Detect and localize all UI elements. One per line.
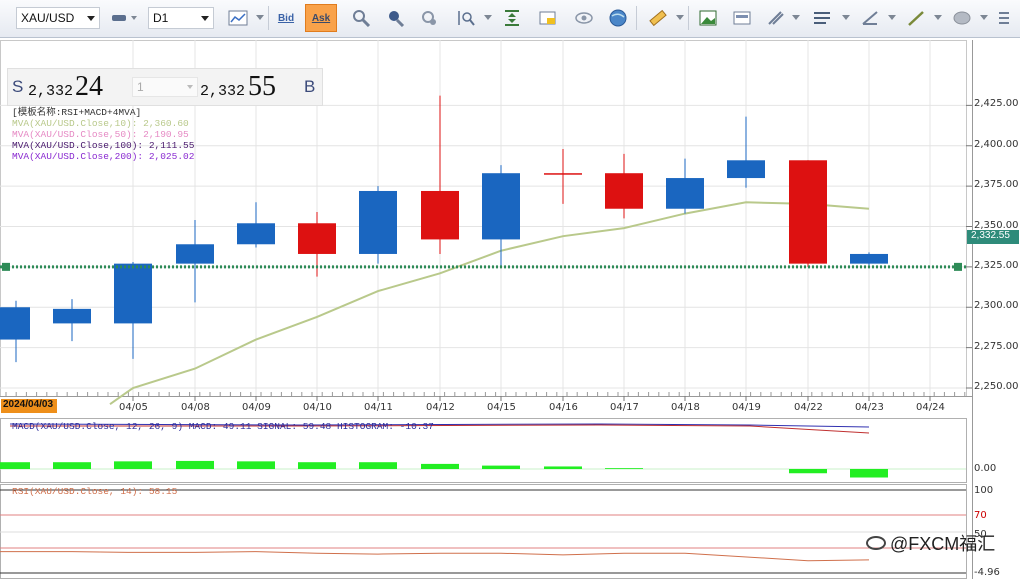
rsi-tick-100: 100	[974, 485, 994, 496]
lot-amount-value: 1	[137, 80, 144, 94]
date-tick-label: 04/12	[426, 402, 455, 413]
date-tick-label: 04/05	[119, 402, 148, 413]
trading-station-chart: XAU/USD D1 Bid Ask S 2,332 24 1 2,332 55…	[0, 0, 1020, 579]
macd-histogram-bar	[298, 462, 336, 469]
candle-body	[482, 173, 520, 240]
macd-histogram-bar	[421, 463, 459, 469]
indicator-legend: [模板名称:RSI+MACD+4MVA] MVA(XAU/USD.Close,1…	[12, 107, 194, 162]
macd-histogram-bar	[114, 461, 152, 469]
sell-button[interactable]: S	[12, 77, 23, 97]
legend-ma100[interactable]: MVA(XAU/USD.Close,100): 2,111.55	[12, 140, 194, 151]
macd-label-text: MACD(XAU/USD.Close, 12, 26, 9) MACD: 49.…	[12, 421, 434, 432]
template-name: [模板名称:RSI+MACD+4MVA]	[12, 107, 142, 118]
macd-histogram-bar	[482, 465, 520, 469]
candle-body	[727, 160, 765, 179]
macd-label[interactable]: MACD(XAU/USD.Close, 12, 26, 9) MACD: 49.…	[12, 421, 434, 432]
bid-line-marker-right	[954, 262, 962, 271]
candle-body	[0, 307, 30, 340]
date-tick-label: 04/16	[549, 402, 578, 413]
watermark-text: @FXCM福汇	[890, 534, 996, 554]
date-tick-label: 04/24	[916, 402, 945, 413]
date-tick-label: 04/22	[794, 402, 823, 413]
macd-histogram-bar	[53, 462, 91, 469]
date-tick-label: 04/11	[364, 402, 393, 413]
buy-price-small: 2,332	[200, 83, 246, 100]
candle-04-11[interactable]	[359, 186, 397, 264]
candle-04-22[interactable]	[789, 160, 827, 267]
date-tick-label: 04/08	[181, 402, 210, 413]
rsi-tick-70: 70	[974, 510, 987, 521]
macd-histogram-bar	[789, 469, 827, 474]
candle-body	[114, 263, 152, 324]
candle-body	[298, 223, 336, 254]
macd-histogram-bar	[0, 462, 30, 469]
candle-body	[789, 160, 827, 264]
current-price-badge: 2,332.55	[967, 230, 1019, 244]
buy-button[interactable]: B	[304, 77, 315, 97]
candle-body	[359, 190, 397, 254]
candle-body	[176, 244, 214, 264]
sell-price-big: 24	[75, 71, 103, 102]
date-tick-label: 04/15	[487, 402, 516, 413]
rsi-label[interactable]: RSI(XAU/USD.Close, 14): 58.15	[12, 486, 177, 497]
price-tick-label: 2,400.00	[974, 138, 1019, 150]
price-tick-label: 2,425.00	[974, 98, 1019, 110]
buy-sell-panel: S 2,332 24 1 2,332 55 B	[7, 68, 323, 106]
macd-histogram-bar	[176, 460, 214, 469]
sell-price-small: 2,332	[28, 83, 74, 100]
candle-body	[605, 173, 643, 209]
date-tick-label: 04/09	[242, 402, 271, 413]
legend-ma200[interactable]: MVA(XAU/USD.Close,200): 2,025.02	[12, 151, 194, 162]
macd-histogram-bar	[544, 466, 582, 469]
date-tick-label: 04/10	[303, 402, 332, 413]
macd-histogram-bar	[359, 462, 397, 469]
price-tick-label: 2,250.00	[974, 381, 1019, 392]
legend-ma10[interactable]: MVA(XAU/USD.Close,10): 2,360.60	[12, 118, 194, 129]
legend-ma50[interactable]: MVA(XAU/USD.Close,50): 2,190.95	[12, 129, 194, 140]
price-tick-label: 2,300.00	[974, 300, 1019, 312]
lot-amount-select[interactable]: 1	[132, 77, 198, 97]
wechat-icon	[866, 536, 886, 550]
rsi-tick-bottom: -4.96	[974, 567, 1000, 578]
price-tick-label: 2,350.00	[974, 219, 1019, 231]
cursor-date-badge: 2024/04/03	[1, 399, 57, 413]
macd-histogram-bar	[605, 468, 643, 469]
candle-body	[850, 253, 888, 264]
bid-line-marker-left	[2, 262, 10, 271]
date-tick-label: 04/17	[610, 402, 639, 413]
candle-body	[666, 178, 704, 209]
price-tick-label: 2,325.00	[974, 259, 1019, 271]
candle-body	[421, 190, 459, 240]
date-tick-label: 04/18	[671, 402, 700, 413]
macd-histogram-bar	[237, 461, 275, 469]
candle-body	[237, 223, 275, 245]
price-tick-label: 2,375.00	[974, 179, 1019, 191]
date-tick-label: 04/23	[855, 402, 884, 413]
candle-body	[544, 173, 582, 175]
candle-body	[53, 308, 91, 324]
buy-price-big: 55	[248, 71, 276, 102]
date-tick-label: 04/19	[732, 402, 761, 413]
candle-04-23[interactable]	[850, 252, 888, 266]
macd-zero-tick: 0.00	[974, 463, 997, 474]
macd-histogram-bar	[850, 469, 888, 478]
price-tick-label: 2,275.00	[974, 340, 1019, 352]
watermark: @FXCM福汇	[866, 530, 995, 556]
